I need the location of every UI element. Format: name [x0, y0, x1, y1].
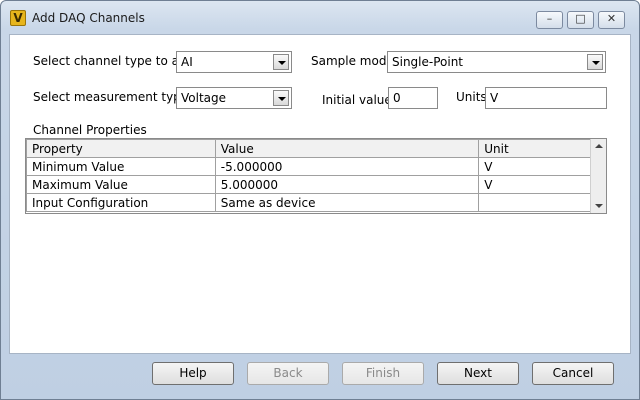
- column-header-property[interactable]: Property: [26, 139, 216, 158]
- finish-button[interactable]: Finish: [342, 362, 424, 385]
- table-header-row: Property Value Unit: [26, 139, 592, 158]
- unit-cell[interactable]: V: [478, 175, 592, 194]
- window-title: Add DAQ Channels: [32, 11, 145, 25]
- back-button[interactable]: Back: [247, 362, 329, 385]
- channel-properties-title: Channel Properties: [33, 123, 147, 137]
- table-row[interactable]: Minimum Value -5.000000 V: [26, 157, 592, 176]
- close-button[interactable]: ✕: [598, 11, 625, 29]
- next-button[interactable]: Next: [437, 362, 519, 385]
- channel-type-select[interactable]: AI: [176, 51, 292, 73]
- property-cell[interactable]: Maximum Value: [26, 175, 216, 194]
- units-field[interactable]: V: [485, 87, 607, 109]
- table-row[interactable]: Maximum Value 5.000000 V: [26, 175, 592, 194]
- maximize-button[interactable]: □: [567, 11, 594, 29]
- initial-value-field[interactable]: 0: [388, 87, 438, 109]
- title-bar[interactable]: V Add DAQ Channels – □ ✕: [1, 1, 639, 35]
- chevron-down-icon[interactable]: [587, 54, 603, 70]
- units-text: V: [490, 91, 499, 105]
- initial-value-text: 0: [393, 91, 401, 105]
- channel-type-value: AI: [181, 55, 193, 69]
- measurement-type-select[interactable]: Voltage: [176, 87, 292, 109]
- sample-mode-select[interactable]: Single-Point: [387, 51, 606, 73]
- chevron-down-icon[interactable]: [273, 90, 289, 106]
- scroll-down-icon[interactable]: [595, 204, 603, 208]
- scroll-up-icon[interactable]: [595, 144, 603, 148]
- measurement-type-value: Voltage: [181, 91, 227, 105]
- value-cell[interactable]: 5.000000: [214, 175, 480, 194]
- property-cell[interactable]: Minimum Value: [26, 157, 216, 176]
- column-header-unit[interactable]: Unit: [478, 139, 592, 158]
- unit-cell[interactable]: [478, 193, 592, 212]
- channel-properties-table[interactable]: Property Value Unit Minimum Value -5.000…: [25, 138, 607, 214]
- chevron-down-icon[interactable]: [273, 54, 289, 70]
- channel-type-label: Select channel type to add: [33, 54, 195, 68]
- initial-value-label: Initial value: [322, 93, 392, 107]
- sample-mode-value: Single-Point: [392, 55, 464, 69]
- help-button[interactable]: Help: [152, 362, 234, 385]
- labview-v-icon: V: [10, 10, 26, 26]
- add-daq-channels-dialog: V Add DAQ Channels – □ ✕ Select channel …: [0, 0, 640, 400]
- column-header-value[interactable]: Value: [214, 139, 480, 158]
- table-row[interactable]: Input Configuration Same as device: [26, 193, 592, 212]
- property-cell[interactable]: Input Configuration: [26, 193, 216, 212]
- sample-mode-label: Sample mode: [311, 54, 394, 68]
- value-cell[interactable]: Same as device: [214, 193, 480, 212]
- table-scrollbar[interactable]: [590, 139, 606, 213]
- minimize-button[interactable]: –: [536, 11, 563, 29]
- unit-cell[interactable]: V: [478, 157, 592, 176]
- units-label: Units: [456, 90, 487, 104]
- measurement-type-label: Select measurement type: [33, 90, 189, 104]
- cancel-button[interactable]: Cancel: [532, 362, 614, 385]
- value-cell[interactable]: -5.000000: [214, 157, 480, 176]
